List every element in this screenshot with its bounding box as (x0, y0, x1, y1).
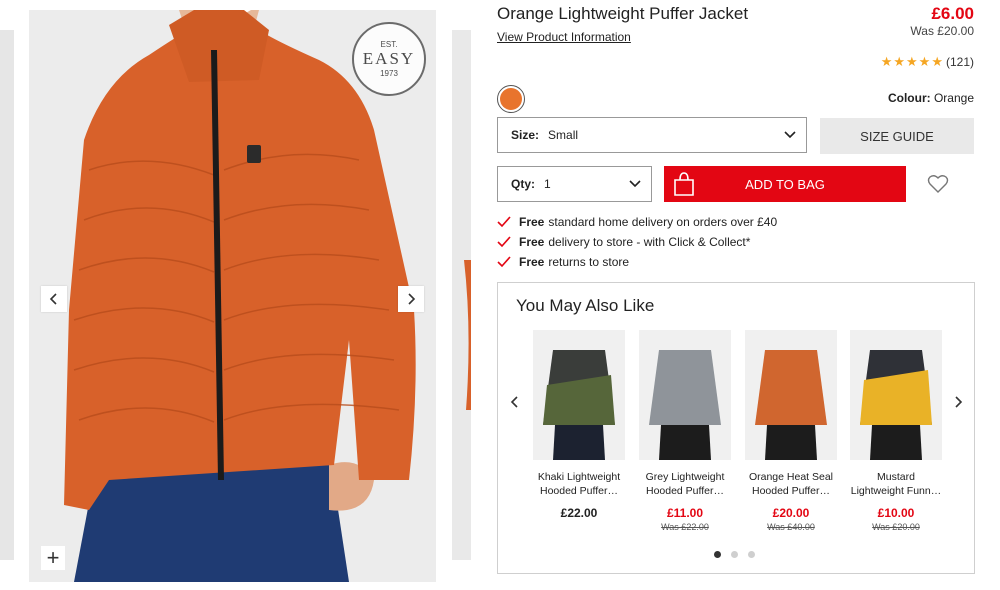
check-icon (497, 216, 511, 228)
swatch-dot (500, 88, 522, 110)
colour-label: Colour: (887, 91, 931, 105)
name-line-1: Mustard (877, 471, 915, 483)
size-select[interactable]: Size: Small (497, 117, 807, 153)
qty-select-value: 1 (544, 177, 551, 191)
delivery-free-label: Free (519, 235, 545, 249)
product-title: Orange Lightweight Puffer Jacket (497, 4, 749, 23)
qty-select[interactable]: Qty: 1 (497, 166, 652, 202)
you-may-also-like-panel: You May Also Like Khaki Lightweight Hoode… (497, 282, 975, 574)
star-icon: ★ (906, 54, 918, 69)
previous-image-sliver (0, 30, 14, 560)
name-line-2: Hooded Puffer… (751, 485, 831, 497)
recommendation-name: Grey Lightweight Hooded Puffer… (639, 470, 731, 498)
main-product-image: EST. EASY 1973 (29, 10, 436, 582)
recommendation-was-price: Was £20.00 (872, 522, 920, 532)
colour-value: Orange (933, 91, 974, 105)
delivery-item: Free returns to store (497, 252, 777, 272)
recommendation-price: £22.00 (560, 506, 598, 520)
recommendation-card[interactable]: Khaki Lightweight Hooded Puffer… £22.00 (533, 330, 625, 522)
jacket-photo (29, 10, 436, 582)
carousel-dot[interactable] (714, 551, 721, 558)
shopping-bag-icon (674, 172, 694, 196)
chevron-down-icon (629, 180, 641, 188)
recommendation-image[interactable] (745, 330, 837, 460)
was-price: Was £20.00 (910, 24, 974, 38)
name-line-1: Khaki Lightweight (537, 471, 621, 483)
recommendation-was-price: Was £22.00 (661, 522, 709, 532)
name-line-1: Grey Lightweight (645, 471, 725, 483)
star-icon: ★ (918, 54, 931, 69)
recommendation-image[interactable] (850, 330, 942, 460)
add-to-bag-label: ADD TO BAG (745, 176, 825, 192)
brand-badge-est: EST. (380, 40, 398, 49)
name-line-2: Hooded Puffer… (539, 485, 619, 497)
delivery-item: Free delivery to store - with Click & Co… (497, 232, 777, 252)
add-to-bag-button[interactable]: ADD TO BAG (664, 166, 906, 202)
rating[interactable]: ★ ★ ★ ★ ★ (121) (881, 54, 974, 70)
plus-icon: + (46, 545, 60, 570)
recommendation-card[interactable]: Orange Heat Seal Hooded Puffer… £20.00 Wa… (745, 330, 837, 532)
next-image-sliver (452, 30, 471, 560)
colour-line: Colour: Orange (888, 91, 974, 105)
recommendation-price: £10.00 (877, 506, 915, 520)
delivery-text: standard home delivery on orders over £4… (548, 215, 778, 229)
rating-count: (121) (945, 55, 974, 69)
carousel-dot[interactable] (731, 551, 738, 558)
recommendation-image[interactable] (639, 330, 731, 460)
check-icon (497, 256, 511, 268)
zoom-plus-button[interactable]: + (41, 546, 65, 570)
jacket-thumbnail (850, 330, 942, 460)
carousel-dot[interactable] (748, 551, 755, 558)
carousel-next-icon[interactable] (951, 395, 965, 409)
size-select-value: Small (548, 128, 579, 142)
delivery-info-list: Free standard home delivery on orders ov… (497, 212, 777, 272)
size-select-label: Size: (511, 128, 540, 142)
gallery-next-button[interactable] (398, 286, 424, 312)
delivery-item: Free standard home delivery on orders ov… (497, 212, 777, 232)
colour-swatch-orange[interactable] (497, 85, 525, 113)
recommendation-name: Khaki Lightweight Hooded Puffer… (533, 470, 625, 498)
next-image-edge (464, 260, 471, 410)
star-icon: ★ (880, 54, 893, 69)
star-icon: ★ (931, 54, 943, 69)
jacket-thumbnail (745, 330, 837, 460)
gallery-prev-button[interactable] (41, 286, 67, 312)
recommendation-name: Orange Heat Seal Hooded Puffer… (745, 470, 837, 498)
delivery-text: returns to store (548, 255, 630, 269)
delivery-free-label: Free (519, 215, 545, 229)
current-price: £6.00 (931, 4, 974, 23)
chevron-right-icon (408, 293, 416, 305)
brand-badge: EST. EASY 1973 (352, 22, 426, 96)
delivery-free-label: Free (519, 255, 545, 269)
recommendation-image[interactable] (533, 330, 625, 460)
recommendation-price: £20.00 (772, 506, 810, 520)
recommendation-price: £11.00 (666, 506, 704, 520)
chevron-left-icon (49, 293, 57, 305)
brand-badge-word: EASY (362, 49, 416, 68)
recommendations-title: You May Also Like (516, 296, 655, 315)
recommendation-name: Mustard Lightweight Funn… (850, 470, 942, 498)
carousel-pagination (714, 551, 755, 558)
name-line-1: Orange Heat Seal (748, 471, 834, 483)
brand-badge-year: 1973 (380, 69, 398, 78)
chevron-down-icon (784, 131, 796, 139)
recommendation-card[interactable]: Mustard Lightweight Funn… £10.00 Was £20.… (850, 330, 942, 532)
carousel-prev-icon[interactable] (508, 395, 522, 409)
jacket-thumbnail (533, 330, 625, 460)
size-guide-button[interactable]: SIZE GUIDE (820, 118, 974, 154)
wishlist-heart-icon[interactable] (927, 173, 949, 195)
delivery-text: delivery to store - with Click & Collect… (548, 235, 751, 249)
view-product-information-link[interactable]: View Product Information (497, 30, 631, 44)
recommendation-was-price: Was £40.00 (767, 522, 815, 532)
name-line-2: Lightweight Funn… (850, 485, 942, 497)
qty-select-label: Qty: (511, 177, 535, 191)
jacket-thumbnail (639, 330, 731, 460)
recommendation-card[interactable]: Grey Lightweight Hooded Puffer… £11.00 Wa… (639, 330, 731, 532)
name-line-2: Hooded Puffer… (645, 485, 725, 497)
check-icon (497, 236, 511, 248)
star-icon: ★ (893, 54, 906, 69)
